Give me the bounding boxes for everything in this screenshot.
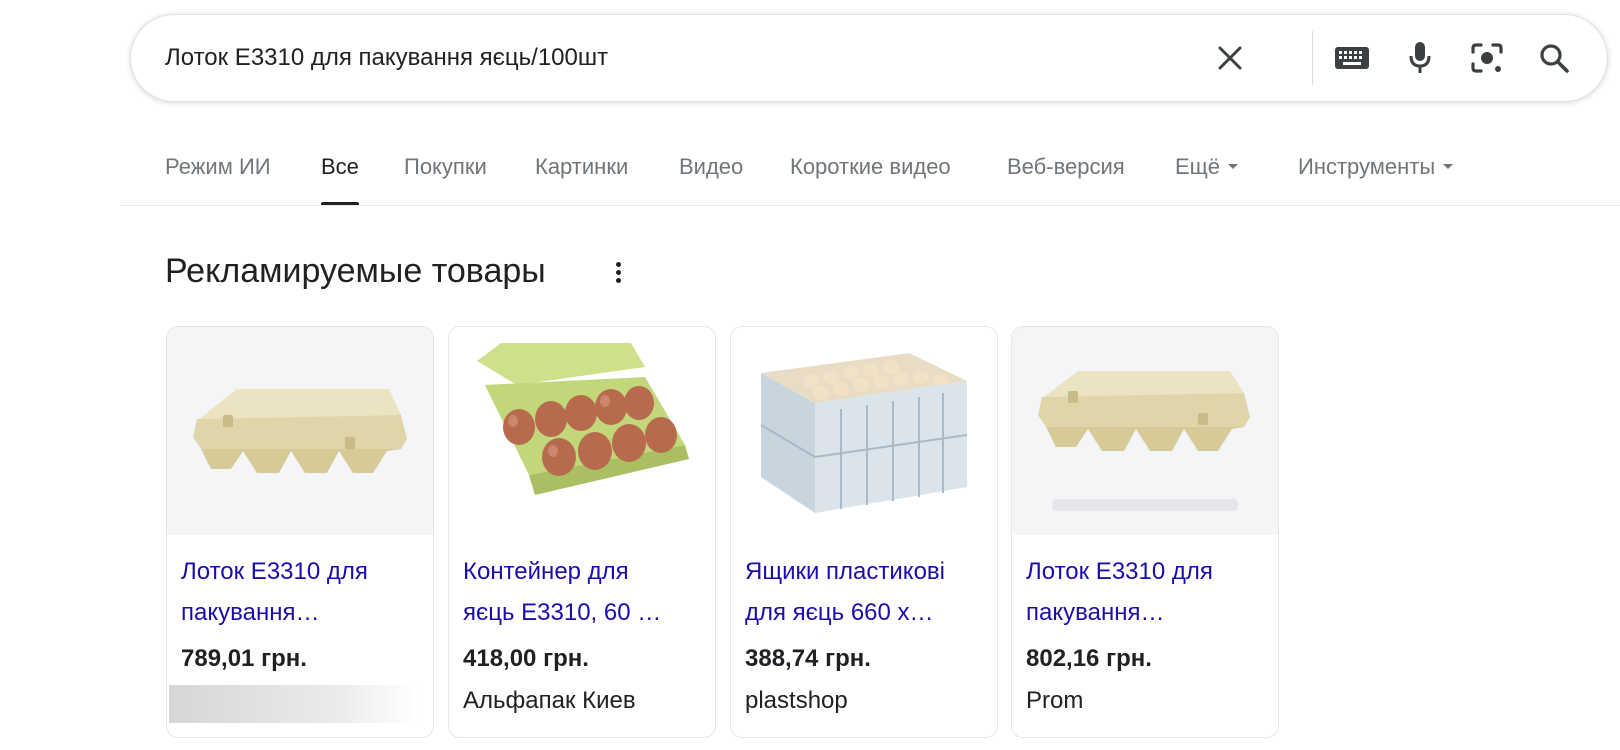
product-card[interactable]: Лоток Е3310 для пакування… 802,16 грн. P… bbox=[1011, 326, 1279, 738]
product-title-line: яєць Е3310, 60 … bbox=[463, 599, 662, 626]
product-card[interactable]: Ящики пластикові для яєць 660 х… 388,74 … bbox=[730, 326, 998, 738]
close-icon bbox=[1218, 46, 1242, 70]
tab-shopping[interactable]: Покупки bbox=[404, 154, 487, 206]
product-card[interactable]: Контейнер для яєць Е3310, 60 … 418,00 гр… bbox=[448, 326, 716, 738]
product-seller: Prom bbox=[1026, 687, 1084, 714]
search-icon bbox=[1540, 44, 1569, 73]
search-button[interactable] bbox=[1533, 37, 1575, 79]
product-price: 418,00 грн. bbox=[463, 645, 589, 672]
seller-redacted bbox=[169, 685, 419, 723]
keyboard-icon bbox=[1335, 47, 1369, 69]
tab-label: Ещё bbox=[1175, 154, 1221, 179]
product-image bbox=[167, 327, 433, 535]
tab-label: Все bbox=[321, 154, 359, 179]
product-title-line: для яєць 660 х… bbox=[745, 599, 934, 626]
tab-label: Картинки bbox=[535, 154, 629, 179]
clear-button[interactable] bbox=[1209, 37, 1251, 79]
product-title-line: Лоток Е3310 для bbox=[181, 558, 368, 585]
egg-carton-closed-icon bbox=[1038, 371, 1250, 511]
product-price: 802,16 грн. bbox=[1026, 645, 1152, 672]
mic-icon bbox=[1409, 42, 1431, 73]
tab-web[interactable]: Веб-версия bbox=[1007, 154, 1125, 206]
tab-videos[interactable]: Видео bbox=[679, 154, 743, 206]
product-seller: plastshop bbox=[745, 687, 848, 714]
product-title-line: Лоток Е3310 для bbox=[1026, 558, 1213, 585]
camera-lens-icon bbox=[1471, 43, 1503, 73]
product-image bbox=[449, 327, 715, 535]
product-title[interactable]: Контейнер для яєць Е3310, 60 … bbox=[463, 551, 703, 633]
product-image bbox=[731, 327, 997, 535]
product-title[interactable]: Лоток Е3310 для пакування… bbox=[181, 551, 421, 633]
tab-label: Режим ИИ bbox=[165, 154, 271, 179]
search-bar-divider bbox=[1312, 31, 1313, 85]
product-card[interactable]: Лоток Е3310 для пакування… 789,01 грн. bbox=[166, 326, 434, 738]
section-title: Рекламируемые товары bbox=[165, 252, 546, 290]
egg-crates-icon bbox=[760, 353, 968, 513]
product-title[interactable]: Ящики пластикові для яєць 660 х… bbox=[745, 551, 985, 633]
more-vertical-icon[interactable] bbox=[608, 258, 628, 288]
tabs-divider bbox=[120, 205, 1620, 206]
tab-tools[interactable]: Инструменты bbox=[1298, 154, 1454, 206]
tab-label: Инструменты bbox=[1298, 154, 1436, 179]
caret-down-icon bbox=[1228, 163, 1239, 169]
tab-short-videos[interactable]: Короткие видео bbox=[790, 154, 951, 206]
tab-all[interactable]: Все bbox=[321, 154, 359, 206]
caret-down-icon bbox=[1443, 163, 1454, 169]
egg-carton-open-icon bbox=[477, 343, 689, 495]
product-seller: Альфапак Киев bbox=[463, 687, 636, 714]
search-bar bbox=[130, 14, 1608, 102]
product-title-line: Контейнер для bbox=[463, 558, 629, 585]
search-input[interactable] bbox=[165, 42, 1165, 74]
tab-label: Видео bbox=[679, 154, 744, 179]
search-tabs: Режим ИИ Все Покупки Картинки Видео Коро… bbox=[0, 140, 1620, 206]
product-title-line: пакування… bbox=[1026, 599, 1165, 626]
tab-more[interactable]: Ещё bbox=[1175, 154, 1239, 206]
product-title[interactable]: Лоток Е3310 для пакування… bbox=[1026, 551, 1266, 633]
keyboard-button[interactable] bbox=[1331, 37, 1373, 79]
voice-search-button[interactable] bbox=[1399, 37, 1441, 79]
tab-label: Веб-версия bbox=[1007, 154, 1125, 179]
image-search-button[interactable] bbox=[1466, 37, 1508, 79]
tab-images[interactable]: Картинки bbox=[535, 154, 628, 206]
tab-label: Покупки bbox=[404, 154, 487, 179]
product-price: 388,74 грн. bbox=[745, 645, 871, 672]
product-title-line: Ящики пластикові bbox=[745, 558, 946, 585]
product-image bbox=[1012, 327, 1278, 535]
tab-label: Короткие видео bbox=[790, 154, 951, 179]
tab-ai-mode[interactable]: Режим ИИ bbox=[165, 154, 271, 206]
product-price: 789,01 грн. bbox=[181, 645, 307, 672]
egg-carton-closed-icon bbox=[193, 389, 407, 473]
product-title-line: пакування… bbox=[181, 599, 320, 626]
